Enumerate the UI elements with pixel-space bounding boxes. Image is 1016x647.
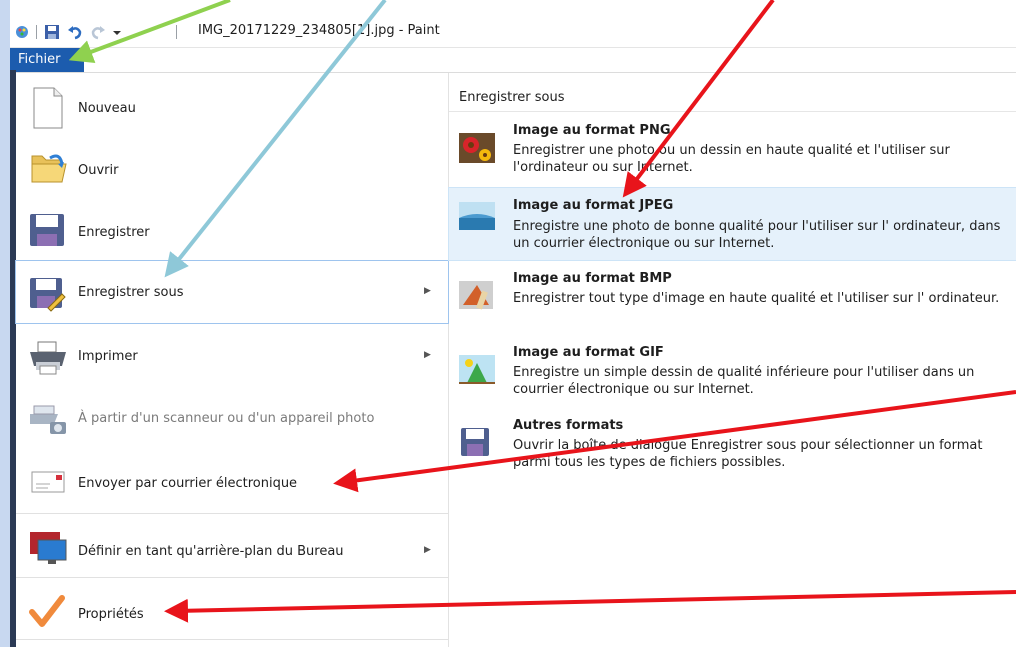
save-as-icon bbox=[28, 274, 66, 312]
tab-fichier[interactable]: Fichier bbox=[10, 48, 84, 72]
format-description: Enregistre un simple dessin de qualité i… bbox=[513, 365, 975, 397]
jpeg-landscape-icon bbox=[459, 198, 495, 234]
scanner-icon bbox=[28, 400, 66, 438]
format-title: Image au format GIF bbox=[513, 345, 664, 360]
menu-item-label: Nouveau bbox=[78, 101, 136, 116]
menu-item-label: Enregistrer bbox=[78, 225, 150, 240]
redo-icon[interactable] bbox=[90, 24, 106, 40]
format-gif[interactable]: Image au format GIF Enregistre un simple… bbox=[449, 345, 1016, 409]
menu-item-label: Imprimer bbox=[78, 349, 138, 364]
menu-item-label: Envoyer par courrier électronique bbox=[78, 476, 298, 491]
file-menu: Nouveau Ouvrir Enregistrer Enregistrer s… bbox=[15, 73, 449, 647]
format-title: Image au format BMP bbox=[513, 271, 672, 286]
panel-heading: Enregistrer sous bbox=[459, 90, 565, 105]
menu-item-scanner[interactable]: À partir d'un scanneur ou d'un appareil … bbox=[16, 387, 448, 449]
menu-item-label: Définir en tant qu'arrière-plan du Burea… bbox=[78, 544, 344, 559]
title-bar: IMG_20171229_234805[1].jpg - Paint bbox=[10, 17, 1016, 48]
menu-item-arriere-plan[interactable]: Définir en tant qu'arrière-plan du Burea… bbox=[16, 515, 448, 577]
email-icon bbox=[28, 462, 66, 500]
format-bmp[interactable]: Image au format BMP Enregistrer tout typ… bbox=[449, 271, 1016, 335]
format-description: Enregistre une photo de bonne qualité po… bbox=[513, 219, 1001, 251]
toolbar-separator bbox=[176, 25, 177, 39]
heading-divider bbox=[449, 111, 1016, 112]
menu-divider bbox=[16, 639, 448, 640]
menu-item-ouvrir[interactable]: Ouvrir bbox=[16, 135, 448, 197]
menu-item-envoyer-courrier[interactable]: Envoyer par courrier électronique bbox=[16, 449, 448, 511]
gif-shapes-icon bbox=[459, 351, 495, 387]
open-folder-icon bbox=[28, 148, 67, 186]
desktop-background-icon bbox=[28, 528, 67, 566]
checkmark-icon bbox=[28, 592, 66, 630]
png-flower-icon bbox=[459, 129, 495, 165]
format-description: Enregistrer tout type d'image en haute q… bbox=[513, 291, 1000, 306]
window-left-border bbox=[0, 0, 10, 647]
submenu-arrow-icon: ▶ bbox=[424, 350, 431, 360]
new-document-icon bbox=[28, 86, 66, 129]
save-as-panel: Enregistrer sous Image au format PNG Enr… bbox=[448, 73, 1016, 647]
other-formats-icon bbox=[459, 424, 495, 460]
printer-icon bbox=[28, 338, 66, 376]
format-png[interactable]: Image au format PNG Enregistrer une phot… bbox=[449, 123, 1016, 187]
undo-icon[interactable] bbox=[67, 24, 83, 40]
menu-item-enregistrer[interactable]: Enregistrer bbox=[16, 197, 448, 259]
format-description: Enregistrer une photo ou un dessin en ha… bbox=[513, 143, 950, 175]
menu-item-label: Propriétés bbox=[78, 607, 144, 622]
menu-item-imprimer[interactable]: Imprimer ▶ bbox=[16, 325, 448, 387]
save-icon[interactable] bbox=[44, 24, 60, 40]
menu-divider bbox=[16, 513, 448, 514]
format-title: Image au format PNG bbox=[513, 123, 671, 138]
menu-item-enregistrer-sous[interactable]: Enregistrer sous ▶ bbox=[15, 260, 449, 324]
menu-item-label: À partir d'un scanneur ou d'un appareil … bbox=[78, 411, 375, 426]
menu-item-label: Enregistrer sous bbox=[78, 285, 184, 300]
save-disk-icon bbox=[28, 210, 66, 248]
format-jpeg[interactable]: Image au format JPEG Enregistre une phot… bbox=[448, 187, 1016, 261]
format-title: Autres formats bbox=[513, 418, 624, 433]
menu-divider bbox=[16, 577, 448, 578]
bmp-paint-icon bbox=[459, 277, 495, 313]
menu-item-nouveau[interactable]: Nouveau bbox=[16, 73, 448, 135]
submenu-arrow-icon: ▶ bbox=[424, 545, 431, 555]
window-title: IMG_20171229_234805[1].jpg - Paint bbox=[198, 23, 440, 38]
format-autres[interactable]: Autres formats Ouvrir la boîte de dialog… bbox=[449, 418, 1016, 482]
paint-app-icon[interactable] bbox=[14, 24, 30, 40]
menu-item-proprietes[interactable]: Propriétés bbox=[16, 579, 448, 641]
format-title: Image au format JPEG bbox=[513, 198, 674, 213]
customize-toolbar-icon[interactable] bbox=[112, 24, 122, 40]
ribbon-tab-bar: Fichier bbox=[10, 48, 1016, 73]
format-description: Ouvrir la boîte de dialogue Enregistrer … bbox=[513, 438, 983, 470]
toolbar-separator bbox=[36, 25, 37, 39]
submenu-arrow-icon: ▶ bbox=[424, 286, 431, 296]
menu-item-label: Ouvrir bbox=[78, 163, 119, 178]
